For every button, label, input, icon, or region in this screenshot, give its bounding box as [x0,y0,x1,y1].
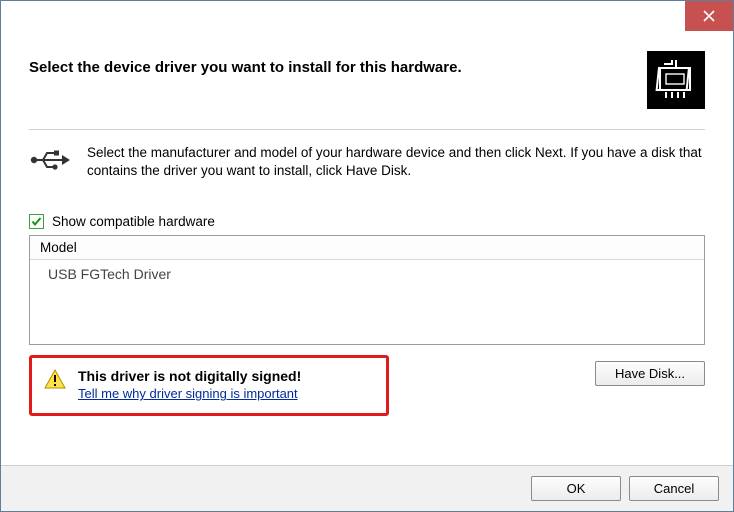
show-compatible-checkbox[interactable]: Show compatible hardware [29,214,705,229]
instruction-text: Select the manufacturer and model of you… [87,144,705,180]
list-item[interactable]: USB FGTech Driver [30,260,704,288]
dialog-footer: OK Cancel [1,465,733,511]
page-title: Select the device driver you want to ins… [29,51,635,76]
list-header-model: Model [30,236,704,260]
close-icon [703,10,715,22]
usb-icon [29,144,71,177]
ok-button[interactable]: OK [531,476,621,501]
divider [29,129,705,130]
warning-title: This driver is not digitally signed! [78,368,301,384]
cancel-button[interactable]: Cancel [629,476,719,501]
dialog-window: Select the device driver you want to ins… [0,0,734,512]
show-compatible-label: Show compatible hardware [52,214,215,229]
have-disk-button[interactable]: Have Disk... [595,361,705,386]
checkbox-checked-icon [29,214,44,229]
titlebar [1,1,733,31]
close-button[interactable] [685,1,733,31]
driver-signing-link[interactable]: Tell me why driver signing is important [78,386,298,401]
model-listbox[interactable]: Model USB FGTech Driver [29,235,705,345]
device-chip-icon [647,51,705,109]
warning-callout: This driver is not digitally signed! Tel… [29,355,389,416]
warning-icon [44,368,66,392]
